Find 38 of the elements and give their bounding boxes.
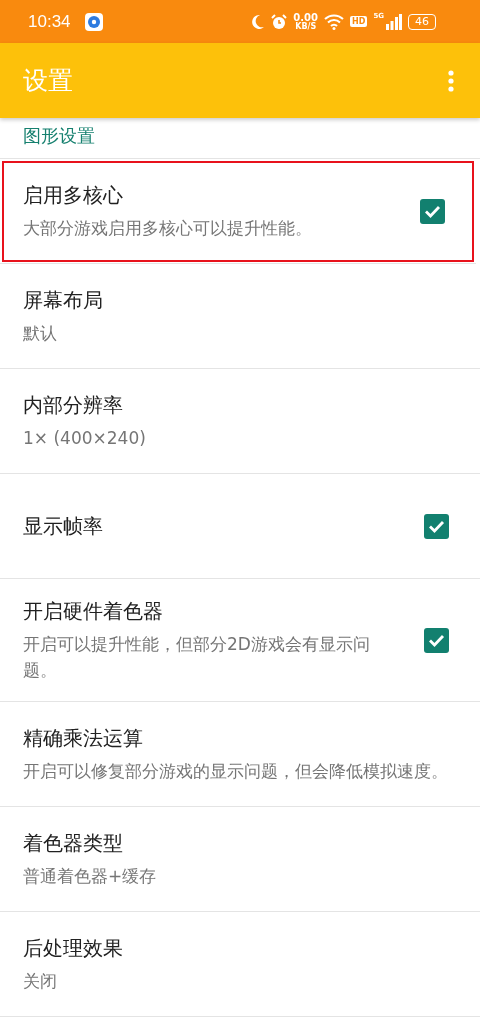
setting-item[interactable]: 内部分辨率 1× (400×240) [0,369,480,474]
speed-unit: KB/S [295,22,317,31]
clock: 10:34 [28,11,71,32]
hd-badge: HD [350,16,368,27]
setting-item[interactable]: 着色器类型 普通着色器+缓存 [0,807,480,912]
setting-summary: 开启可以修复部分游戏的显示问题，但会降低模拟速度。 [23,760,449,783]
setting-title: 显示帧率 [23,513,104,540]
setting-summary: 1× (400×240) [23,427,147,450]
signal-icon [386,13,402,30]
section-header: 图形设置 [0,118,480,159]
setting-item[interactable]: 显示帧率 [0,474,480,579]
network-speed: 0.00 [293,12,319,23]
setting-title: 精确乘法运算 [23,725,144,752]
setting-item[interactable]: 屏幕布局 默认 [0,264,480,369]
battery-level: 46 [408,13,436,30]
wifi-icon [324,13,345,30]
alarm-icon [271,13,288,30]
setting-summary: 默认 [23,322,58,345]
setting-summary: 关闭 [23,970,58,993]
setting-summary: 大部分游戏启用多核心可以提升性能。 [23,217,313,240]
setting-item[interactable]: 启用多核心 大部分游戏启用多核心可以提升性能。 [0,159,476,264]
setting-summary: 普通着色器+缓存 [23,865,158,888]
setting-title: 屏幕布局 [23,287,104,314]
setting-title: 启用多核心 [23,182,124,209]
setting-title: 着色器类型 [23,830,124,857]
setting-item[interactable]: 精确乘法运算 开启可以修复部分游戏的显示问题，但会降低模拟速度。 [0,702,480,807]
checkbox[interactable] [424,513,449,539]
setting-title: 后处理效果 [23,935,124,962]
moon-icon [251,13,266,30]
setting-item[interactable]: 开启硬件着色器 开启可以提升性能，但部分2D游戏会有显示问题。 [0,579,480,702]
app-notification-icon [84,12,103,31]
setting-title: 内部分辨率 [23,392,124,419]
checkbox[interactable] [420,198,445,224]
app-bar-title: 设置 [23,65,73,97]
checkbox[interactable] [424,627,449,653]
setting-item[interactable]: 后处理效果 关闭 [0,912,480,1017]
setting-summary: 开启可以提升性能，但部分2D游戏会有显示问题。 [23,633,371,682]
setting-title: 开启硬件着色器 [23,598,164,625]
